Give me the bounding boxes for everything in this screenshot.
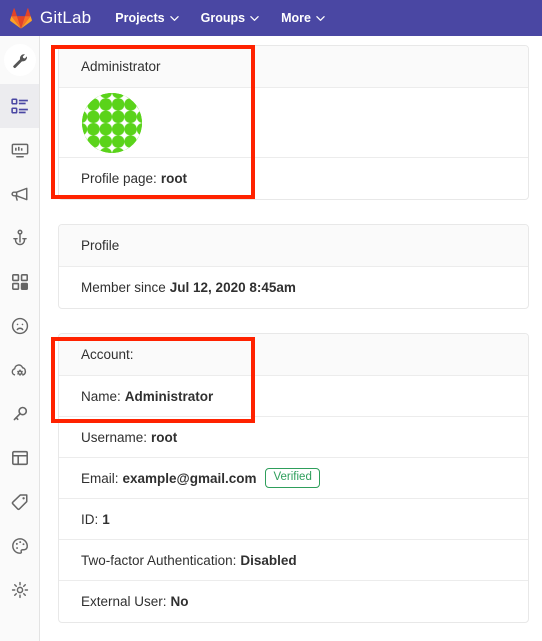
gear-icon xyxy=(11,581,29,599)
account-row-two-factor: Two-factor Authentication: Disabled xyxy=(59,540,528,581)
nav-item-more[interactable]: More xyxy=(281,11,325,25)
main-content-area: Administrator Profile page: root Profile… xyxy=(40,36,542,641)
account-row-external-user: External User: No xyxy=(59,581,528,622)
sidebar-item-system-hooks[interactable] xyxy=(0,216,39,260)
sidebar-item-monitoring[interactable] xyxy=(0,128,39,172)
nav-item-groups-label: Groups xyxy=(200,11,246,25)
sidebar-item-settings[interactable] xyxy=(0,568,39,612)
account-row-id: ID: 1 xyxy=(59,499,528,540)
nav-item-groups[interactable]: Groups xyxy=(201,11,259,25)
key-icon xyxy=(11,405,29,423)
sidebar-item-kubernetes[interactable] xyxy=(0,348,39,392)
member-since-value: Jul 12, 2020 8:45am xyxy=(169,280,296,295)
account-card: Account: Name: Administrator Username: r… xyxy=(58,333,529,623)
email-verified-badge: Verified xyxy=(265,468,320,488)
member-since-row: Member since Jul 12, 2020 8:45am xyxy=(59,267,528,308)
user-summary-card: Administrator Profile page: root xyxy=(58,45,529,200)
account-row-email: Email: example@gmail.com Verified xyxy=(59,458,528,499)
profile-page-value[interactable]: root xyxy=(161,171,187,186)
username-label: Username: xyxy=(81,429,148,445)
chevron-down-icon xyxy=(169,14,179,23)
sidebar-item-overview[interactable] xyxy=(0,84,39,128)
account-row-username: Username: root xyxy=(59,417,528,458)
monitor-icon xyxy=(11,141,29,159)
email-value[interactable]: example@gmail.com xyxy=(123,471,257,486)
user-card-title: Administrator xyxy=(59,46,528,88)
layout-template-icon xyxy=(11,449,29,467)
admin-sidebar-rail xyxy=(0,36,40,641)
sidebar-item-appearance[interactable] xyxy=(0,524,39,568)
chevron-down-icon xyxy=(250,14,259,23)
top-nav-items: Projects Groups More xyxy=(115,11,325,25)
top-navigation-bar: GitLab Projects Groups More xyxy=(0,0,542,36)
sidebar-item-admin-wrench[interactable] xyxy=(0,36,39,84)
user-identicon-avatar xyxy=(81,92,143,154)
profile-card-title: Profile xyxy=(59,225,528,267)
sidebar-item-abuse-reports[interactable] xyxy=(0,304,39,348)
email-label: Email: xyxy=(81,470,119,486)
external-user-value: No xyxy=(170,594,189,609)
user-avatar-row xyxy=(59,88,528,158)
gitlab-brand-link[interactable]: GitLab xyxy=(10,7,92,29)
sidebar-item-messages[interactable] xyxy=(0,172,39,216)
sidebar-item-applications[interactable] xyxy=(0,260,39,304)
external-user-label: External User: xyxy=(81,594,167,609)
id-label: ID: xyxy=(81,511,99,527)
two-factor-value: Disabled xyxy=(240,552,297,568)
megaphone-icon xyxy=(10,185,29,203)
id-value: 1 xyxy=(102,511,110,527)
wrench-icon xyxy=(3,44,36,76)
cloud-gear-icon xyxy=(11,361,29,379)
name-value: Administrator xyxy=(124,388,214,404)
sidebar-item-labels[interactable] xyxy=(0,480,39,524)
member-since-label: Member since xyxy=(81,280,166,295)
profile-page-label: Profile page: xyxy=(81,171,157,186)
nav-item-projects-label: Projects xyxy=(115,11,165,25)
two-factor-label: Two-factor Authentication: xyxy=(81,552,237,568)
nav-item-more-label: More xyxy=(281,11,311,25)
username-value: root xyxy=(151,429,178,445)
palette-icon xyxy=(11,537,29,555)
gitlab-brand-text: GitLab xyxy=(40,8,92,27)
chevron-down-icon xyxy=(316,14,325,23)
name-label: Name: xyxy=(81,388,121,404)
hook-anchor-icon xyxy=(11,229,29,247)
nav-item-projects[interactable]: Projects xyxy=(115,11,179,25)
account-card-title: Account: xyxy=(59,334,528,376)
account-row-name: Name: Administrator xyxy=(59,376,528,417)
profile-page-row: Profile page: root xyxy=(59,158,528,199)
sad-face-icon xyxy=(11,317,29,335)
gitlab-logo-icon xyxy=(10,7,32,29)
sidebar-item-deploy-keys[interactable] xyxy=(0,392,39,436)
gitlab-admin-user-page: GitLab Projects Groups More Administrato… xyxy=(0,0,542,641)
grid-apps-icon xyxy=(11,273,29,291)
sidebar-item-service-templates[interactable] xyxy=(0,436,39,480)
list-overview-icon xyxy=(10,97,29,115)
profile-card: Profile Member since Jul 12, 2020 8:45am xyxy=(58,224,529,309)
label-tag-icon xyxy=(11,493,29,511)
